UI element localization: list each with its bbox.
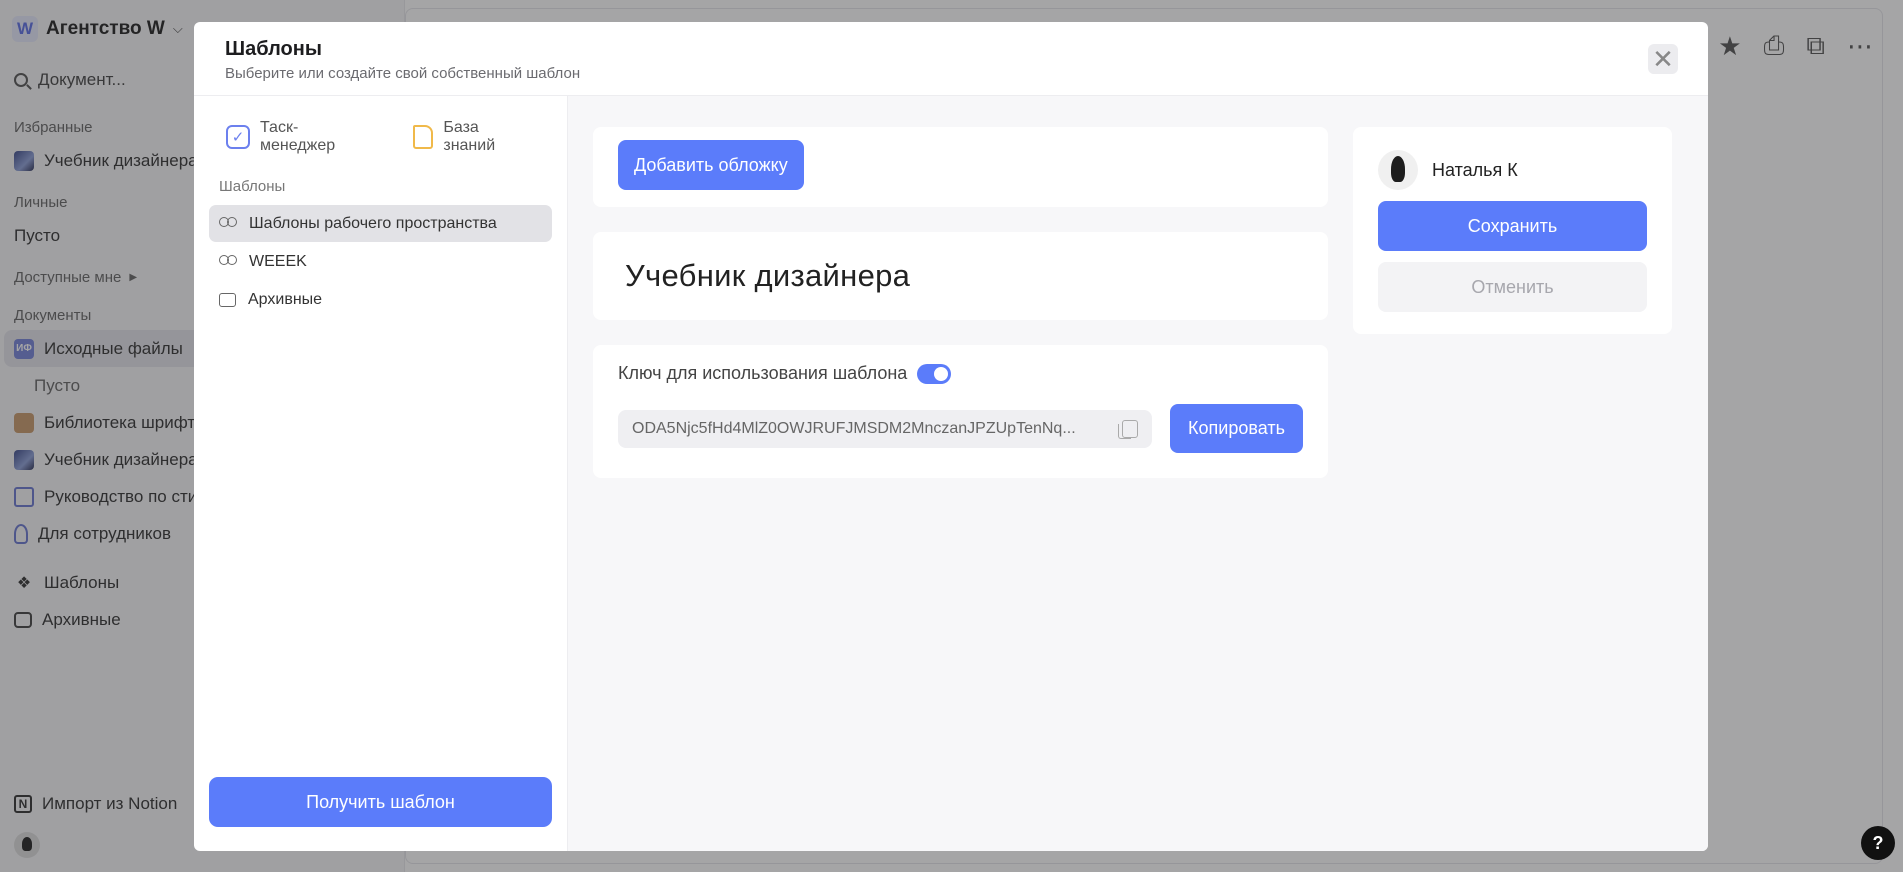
tab-label: Таск-менеджер bbox=[260, 119, 336, 154]
template-actions: Наталья К Сохранить Отменить bbox=[1353, 127, 1672, 820]
key-input-row: ODA5Njc5fHd4MlZ0OWJRUFJMSDM2MnczanJPZUpT… bbox=[618, 404, 1303, 453]
templates-nav: ✓ Таск-менеджер База знаний Шаблоны Шабл… bbox=[194, 96, 568, 851]
cancel-button[interactable]: Отменить bbox=[1378, 262, 1647, 312]
tab-task-manager[interactable]: ✓ Таск-менеджер bbox=[226, 119, 373, 155]
template-editor: Добавить обложку Учебник дизайнера Ключ … bbox=[568, 96, 1708, 851]
document-icon bbox=[413, 125, 434, 149]
group-icon bbox=[219, 254, 237, 269]
template-key-card: Ключ для использования шаблона ODA5Njc5f… bbox=[593, 345, 1328, 478]
get-template-button[interactable]: Получить шаблон bbox=[209, 777, 552, 827]
modal-subtitle: Выберите или создайте свой собственный ш… bbox=[225, 65, 581, 82]
template-item-label: Архивные bbox=[248, 290, 323, 308]
close-icon[interactable]: ✕ bbox=[1648, 44, 1678, 74]
template-item-label: WEEEK bbox=[249, 252, 307, 270]
save-button[interactable]: Сохранить bbox=[1378, 201, 1647, 251]
templates-section-label: Шаблоны bbox=[219, 178, 286, 195]
template-item-weeek[interactable]: WEEEK bbox=[209, 243, 552, 280]
modal-header: Шаблоны Выберите или создайте свой собст… bbox=[194, 22, 1708, 96]
document-title[interactable]: Учебник дизайнера bbox=[625, 258, 910, 294]
key-label: Ключ для использования шаблона bbox=[618, 363, 908, 383]
archive-icon bbox=[219, 292, 236, 307]
template-item-label: Шаблоны рабочего пространства bbox=[249, 214, 497, 232]
title-card: Учебник дизайнера bbox=[593, 232, 1328, 320]
tab-knowledge-base[interactable]: База знаний bbox=[413, 119, 535, 155]
cover-card: Добавить обложку bbox=[593, 127, 1328, 207]
actions-card: Наталья К Сохранить Отменить bbox=[1353, 127, 1672, 334]
checkbox-icon: ✓ bbox=[226, 125, 250, 149]
template-type-tabs: ✓ Таск-менеджер База знаний bbox=[194, 119, 567, 155]
author-info: Наталья К bbox=[1378, 149, 1647, 191]
template-item-archive[interactable]: Архивные bbox=[209, 281, 552, 318]
templates-modal: Шаблоны Выберите или создайте свой собст… bbox=[194, 22, 1708, 851]
template-key-field[interactable]: ODA5Njc5fHd4MlZ0OWJRUFJMSDM2MnczanJPZUpT… bbox=[618, 409, 1152, 448]
modal-body: ✓ Таск-менеджер База знаний Шаблоны Шабл… bbox=[194, 96, 1708, 851]
template-key-value: ODA5Njc5fHd4MlZ0OWJRUFJMSDM2MnczanJPZUpT… bbox=[632, 419, 1076, 437]
key-row: Ключ для использования шаблона bbox=[618, 363, 1303, 384]
template-content: Добавить обложку Учебник дизайнера Ключ … bbox=[593, 127, 1328, 820]
template-item-workspace[interactable]: Шаблоны рабочего пространства bbox=[209, 205, 552, 242]
help-button[interactable]: ? bbox=[1861, 826, 1895, 860]
group-icon bbox=[219, 216, 237, 231]
add-cover-button[interactable]: Добавить обложку bbox=[618, 140, 804, 190]
tab-label: База знаний bbox=[443, 119, 496, 154]
modal-title: Шаблоны bbox=[225, 38, 322, 60]
copy-button[interactable]: Копировать bbox=[1170, 404, 1303, 453]
author-name: Наталья К bbox=[1432, 159, 1518, 180]
key-toggle[interactable] bbox=[917, 363, 952, 384]
author-avatar bbox=[1378, 150, 1418, 190]
copy-icon[interactable] bbox=[1118, 419, 1138, 439]
